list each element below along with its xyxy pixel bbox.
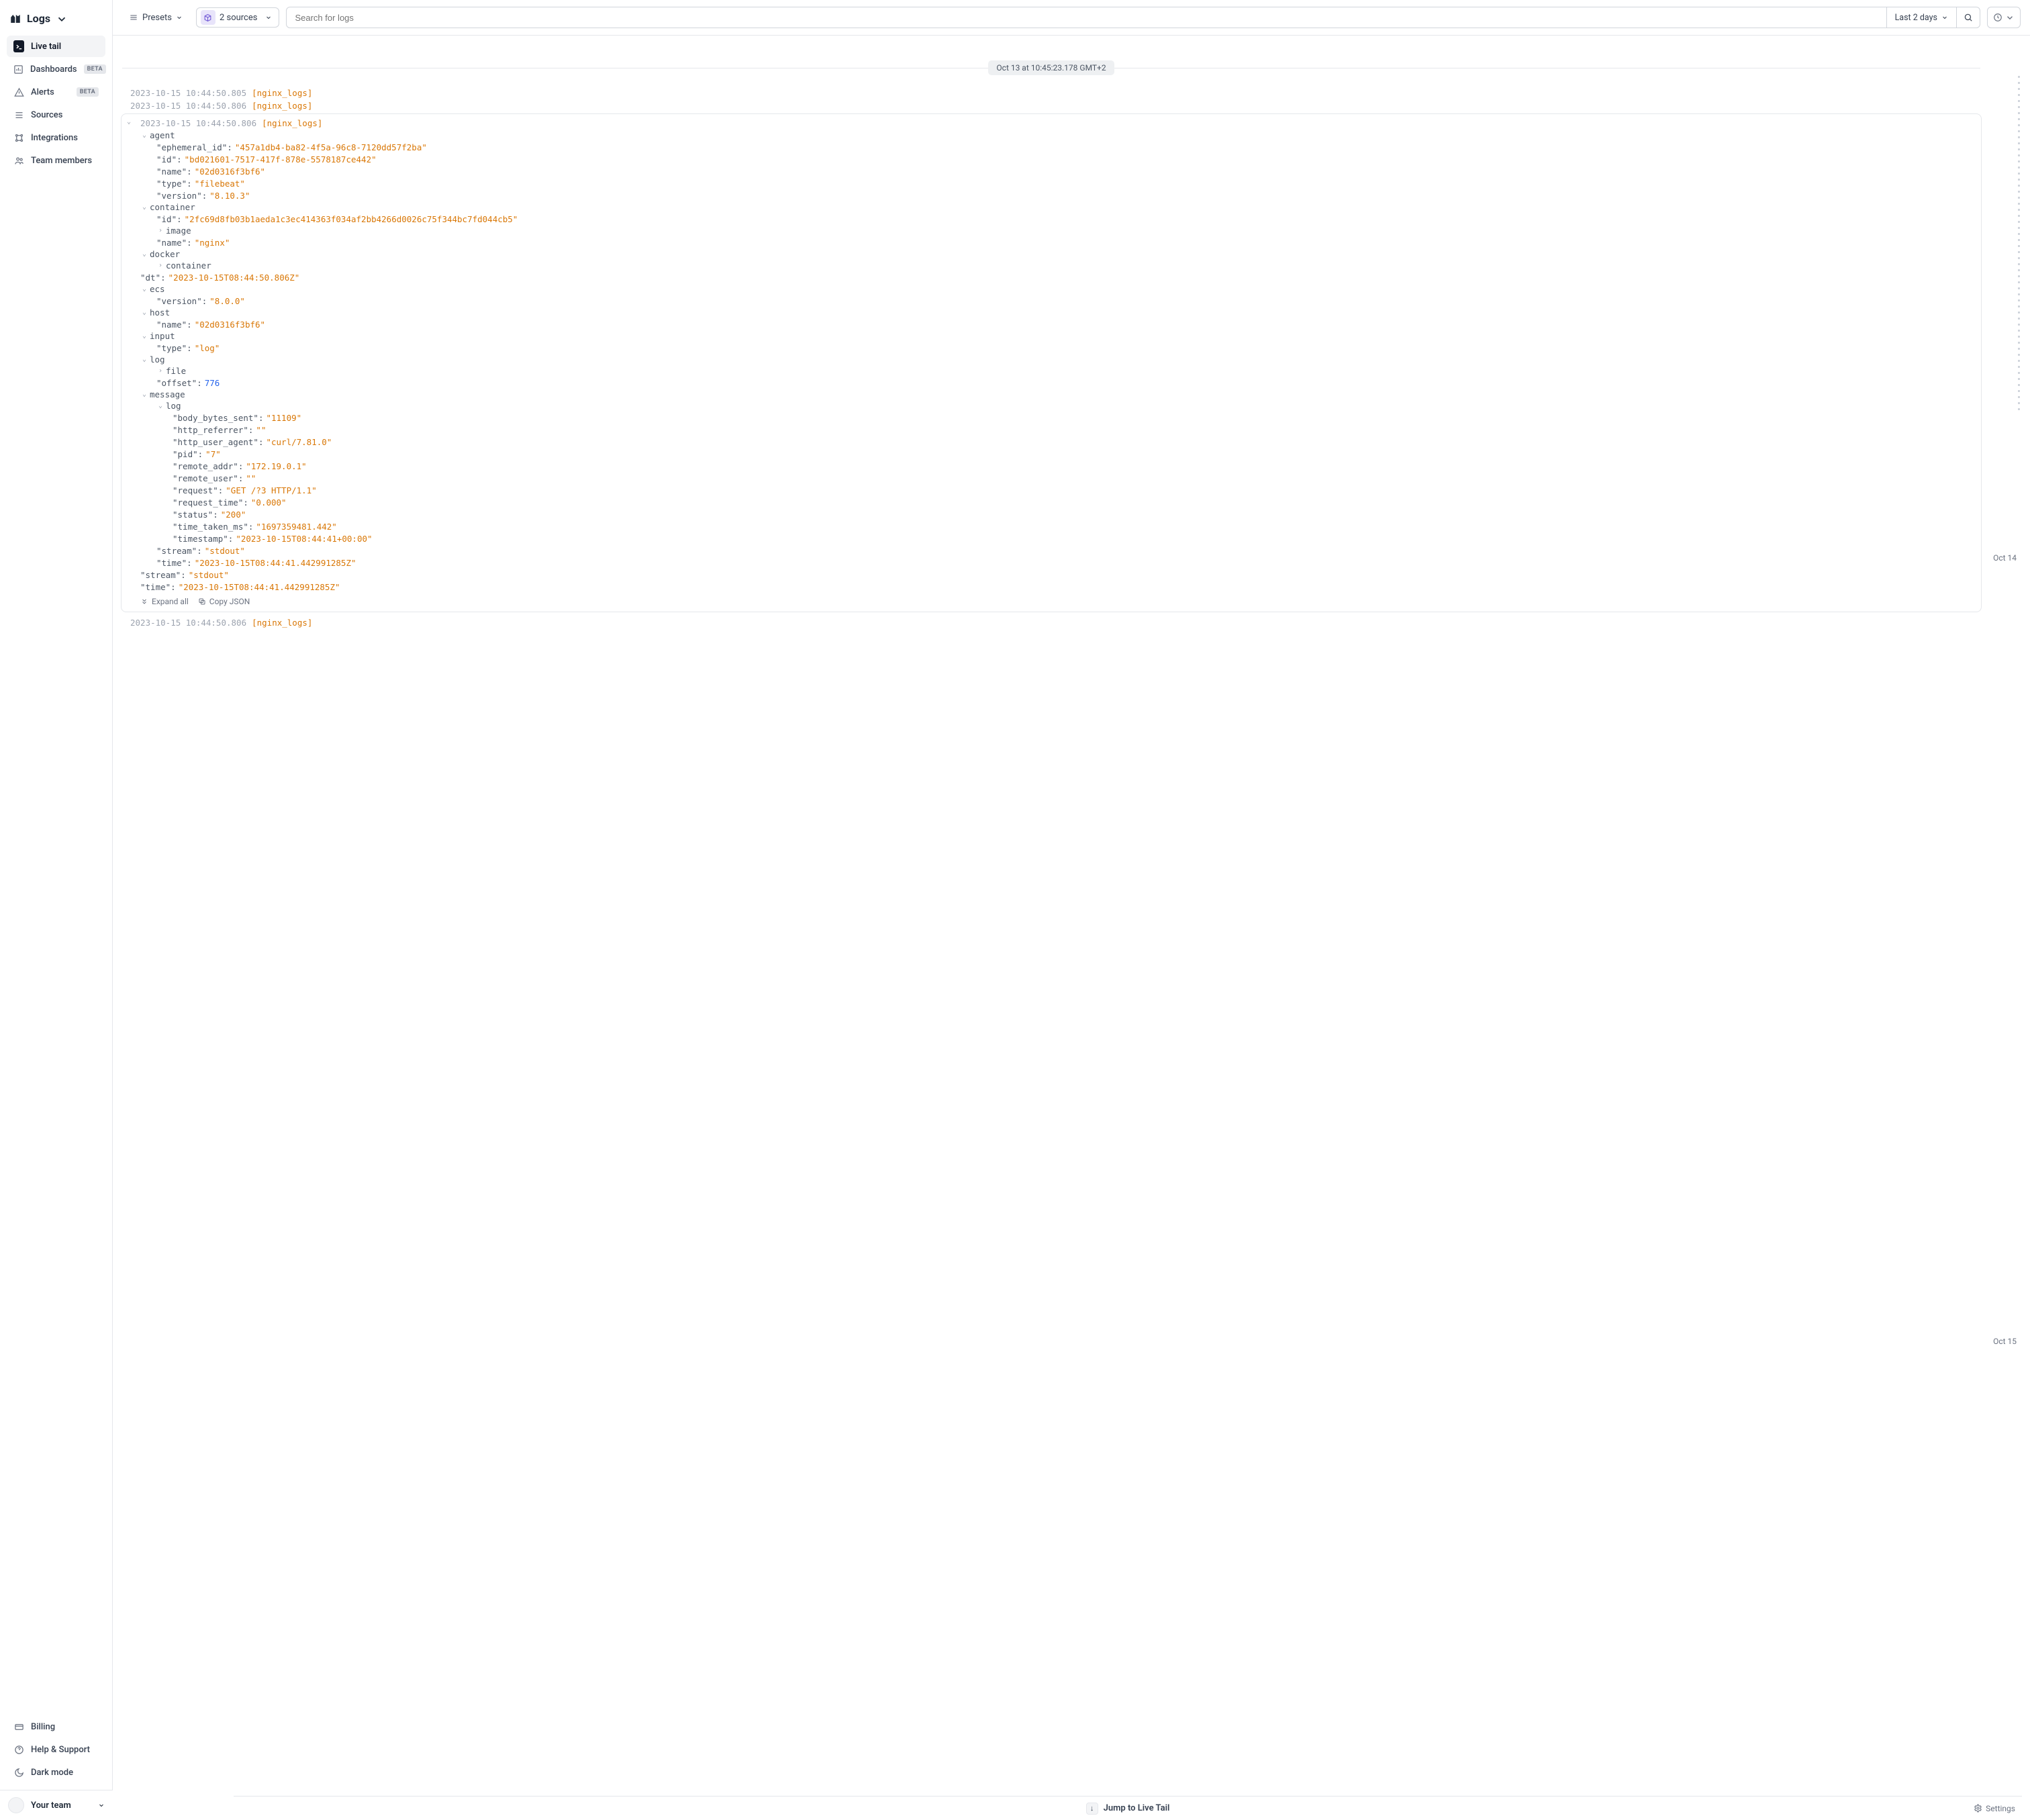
search-bar: Last 2 days [286,7,1980,28]
sidebar-item-help[interactable]: Help & Support [7,1739,105,1760]
rail-label: Oct 15 [1993,1337,2017,1346]
time-divider: Oct 13 at 10:45:23.178 GMT+2 [122,53,1980,83]
clock-icon [1993,13,2002,22]
keyboard-key: ↓ [1086,1803,1098,1815]
divider-timestamp: Oct 13 at 10:45:23.178 GMT+2 [988,60,1114,75]
caret-icon[interactable]: ⌄ [140,332,148,340]
caret-icon[interactable]: ⌄ [140,391,148,398]
search-input[interactable] [287,7,1886,28]
chart-icon [13,64,23,75]
sidebar: Logs Live tail Dashboards BETA Alerts BE… [0,0,113,1820]
nav-label: Help & Support [31,1745,90,1755]
settings-button[interactable]: Settings [1974,1804,2015,1813]
double-chevron-icon [140,597,148,606]
stack-icon [13,109,24,120]
caret-icon[interactable]: › [156,227,164,234]
nav-label: Team members [31,156,92,166]
expand-all-button[interactable]: Expand all [140,597,189,606]
sidebar-item-dashboards[interactable]: Dashboards BETA [7,58,105,80]
your-team-bar[interactable]: Your team [0,1790,113,1820]
brand[interactable]: Logs [7,7,105,36]
sidebar-item-team-members[interactable]: Team members [7,150,105,171]
preset-icon [129,13,138,22]
primary-nav: Live tail Dashboards BETA Alerts BETA So… [7,36,105,171]
rail-label: Oct 14 [1993,553,2017,563]
caret-icon[interactable]: ⌄ [140,356,148,363]
log-row[interactable]: 2023-10-15 10:44:50.805 [nginx_logs] [113,87,1990,99]
minimap-rail[interactable]: Oct 14 Oct 15 [1995,76,2022,1780]
log-row[interactable]: 2023-10-15 10:44:50.806 [nginx_logs] [113,616,1990,629]
nav-label: Alerts [31,87,54,97]
caret-icon[interactable]: ⌄ [156,402,164,410]
caret-icon[interactable]: › [156,367,164,375]
sidebar-item-dark-mode[interactable]: Dark mode [7,1762,105,1783]
caret-icon[interactable]: › [156,262,164,269]
log-row-expanded: ⌄ 2023-10-15 10:44:50.806 [nginx_logs] ⌄… [121,113,1982,612]
card-icon [13,1721,24,1732]
footer-bar: ↓ Jump to Live Tail Settings [234,1796,2022,1820]
sidebar-item-live-tail[interactable]: Live tail [7,36,105,57]
history-button[interactable] [1987,7,2021,28]
log-row[interactable]: 2023-10-15 10:44:50.806 [nginx_logs] [113,99,1990,112]
nav-label: Dark mode [31,1768,73,1778]
grid-icon [13,132,24,143]
chevron-down-icon [2005,13,2015,22]
chevron-down-icon [176,14,183,21]
logo-icon [9,13,21,25]
users-icon [13,155,24,166]
chevron-down-icon [98,1802,105,1809]
beta-badge: BETA [84,64,106,74]
avatar [8,1797,24,1813]
alert-icon [13,87,24,97]
nav-label: Integrations [31,133,78,143]
presets-button[interactable]: Presets [122,9,189,26]
caret-icon[interactable]: ⌄ [140,309,148,316]
log-viewer: Oct 13 at 10:45:23.178 GMT+2 Oct 14 Oct … [113,36,2030,1820]
moon-icon [13,1767,24,1778]
search-icon [1964,13,1973,22]
topbar: Presets 2 sources Last 2 days [113,0,2030,36]
terminal-icon [13,40,24,52]
timerange-picker[interactable]: Last 2 days [1886,7,1956,28]
help-icon [13,1744,24,1755]
caret-icon[interactable]: ⌄ [140,132,148,139]
sidebar-item-sources[interactable]: Sources [7,104,105,126]
brand-label: Logs [27,12,50,25]
caret-icon[interactable]: ⌄ [140,250,148,258]
chevron-down-icon [56,13,68,25]
search-submit[interactable] [1956,7,1980,28]
beta-badge: BETA [77,87,99,97]
nav-label: Billing [31,1722,55,1732]
jump-to-live-tail[interactable]: ↓ Jump to Live Tail [1086,1803,1170,1815]
gear-icon [1974,1804,1982,1813]
copy-icon [198,597,206,606]
caret-icon[interactable]: ⌄ [140,285,148,293]
chevron-down-icon [265,14,272,21]
sidebar-item-integrations[interactable]: Integrations [7,127,105,148]
your-team-label: Your team [31,1801,71,1811]
main: Presets 2 sources Last 2 days [113,0,2030,1820]
caret-icon[interactable]: ⌄ [140,203,148,211]
sidebar-item-alerts[interactable]: Alerts BETA [7,81,105,103]
nav-label: Dashboards [30,64,77,75]
nav-label: Sources [31,110,62,120]
sidebar-item-billing[interactable]: Billing [7,1716,105,1737]
sources-filter[interactable]: 2 sources [196,7,280,28]
cube-icon [201,10,215,25]
nav-label: Live tail [31,42,61,52]
copy-json-button[interactable]: Copy JSON [198,597,250,606]
logs-list: 2023-10-15 10:44:50.805 [nginx_logs] 202… [113,87,1990,669]
collapse-toggle[interactable]: ⌄ [126,118,132,126]
log-row-header[interactable]: ⌄ 2023-10-15 10:44:50.806 [nginx_logs] [122,117,1981,130]
chevron-down-icon [1941,14,1948,21]
